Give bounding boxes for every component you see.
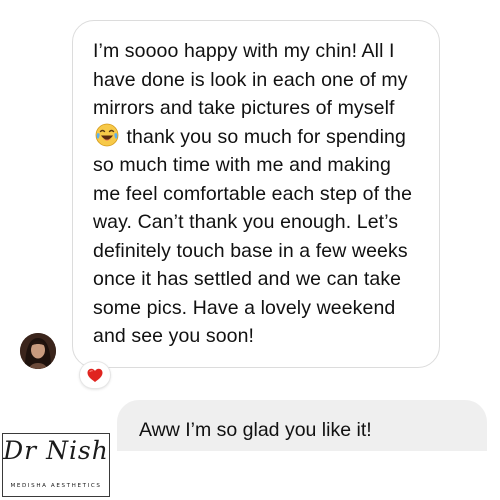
incoming-message-text: I’m soooo happy with my chin! All I have… bbox=[93, 37, 421, 351]
watermark-script: Dr Nish bbox=[3, 436, 109, 465]
message-text-part-2: thank you so much for spending so much t… bbox=[93, 125, 413, 348]
watermark-subtitle: MEDISHA AESTHETICS bbox=[10, 483, 102, 489]
message-text-part-1: I’m soooo happy with my chin! All I have… bbox=[93, 40, 408, 119]
message-reaction[interactable] bbox=[80, 362, 110, 388]
heart-icon bbox=[87, 368, 103, 382]
face-with-tears-of-joy-icon bbox=[95, 123, 119, 147]
brand-watermark: Dr Nish MEDISHA AESTHETICS bbox=[2, 433, 110, 497]
avatar-image bbox=[20, 333, 56, 369]
incoming-message-bubble[interactable]: I’m soooo happy with my chin! All I have… bbox=[72, 20, 440, 368]
sender-avatar[interactable] bbox=[20, 333, 56, 369]
outgoing-message-text: Aww I’m so glad you like it! bbox=[139, 419, 372, 441]
